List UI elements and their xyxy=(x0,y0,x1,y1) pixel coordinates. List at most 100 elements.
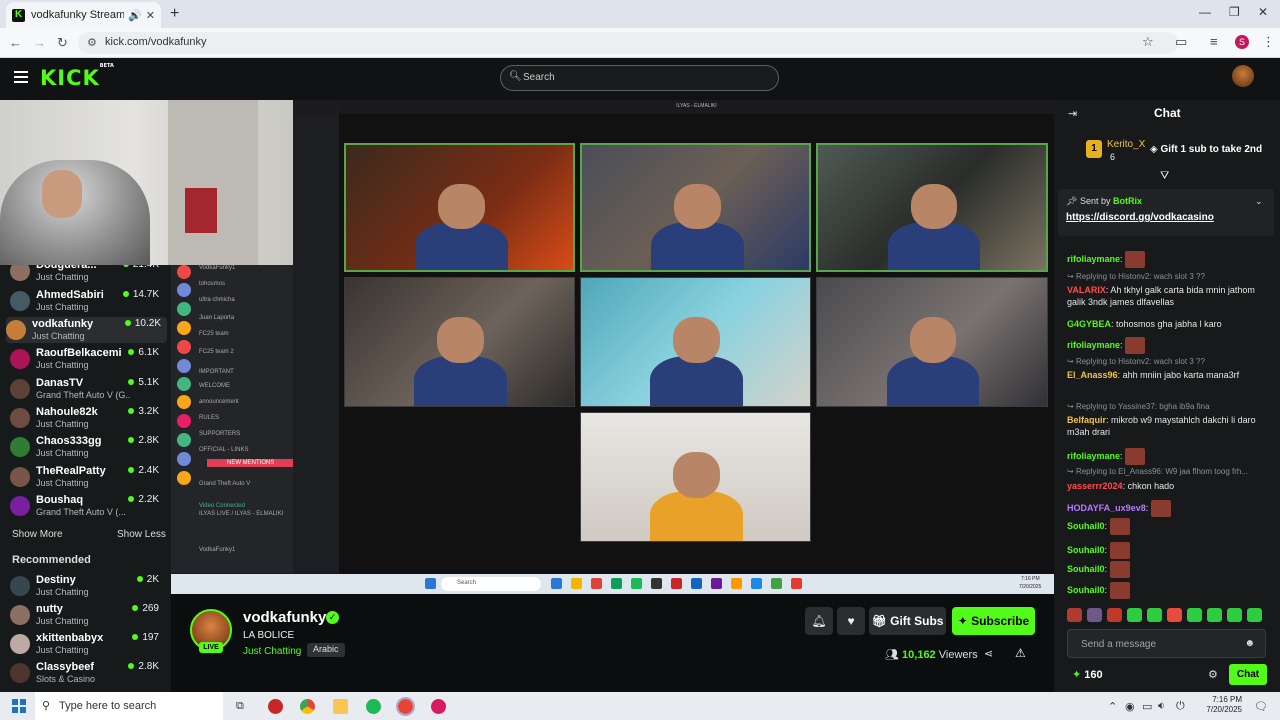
emote-icon[interactable] xyxy=(1207,608,1222,622)
recommended-channel-item[interactable]: nutty Just Chatting 269 xyxy=(10,602,165,628)
show-less-button[interactable]: Show Less xyxy=(117,529,166,540)
restore-icon[interactable]: ❐ xyxy=(1229,5,1240,19)
chat-username[interactable]: Souhail0 xyxy=(1067,564,1105,574)
chat-username[interactable]: VALARIX xyxy=(1067,285,1106,295)
bookmark-star-icon[interactable]: ☆ xyxy=(1142,34,1154,50)
taskbar-search-input[interactable]: ⚲ Type here to search xyxy=(35,692,223,720)
notifications-icon[interactable]: 🗨︎ xyxy=(1254,700,1268,713)
sidebar-channel-item[interactable]: TheRealPatty Just Chatting 2.4K xyxy=(10,464,165,490)
emote-icon[interactable] xyxy=(1227,608,1242,622)
chat-username[interactable]: rifoliaymane xyxy=(1067,254,1120,264)
user-avatar[interactable] xyxy=(1232,65,1254,87)
pinned-link[interactable]: https://discord.gg/vodkacasino xyxy=(1066,212,1214,223)
minimize-icon[interactable]: — xyxy=(1199,5,1211,19)
chat-username[interactable]: HODAYFA_ux9ev8 xyxy=(1067,503,1146,513)
task-view-icon[interactable]: ⧉ xyxy=(236,700,244,713)
media-control-icon[interactable]: ≡ xyxy=(1210,34,1218,49)
emote-icon[interactable] xyxy=(1167,608,1182,622)
send-chat-button[interactable]: Chat xyxy=(1229,664,1267,685)
pinned-options-icon[interactable]: ⌄ xyxy=(1255,196,1263,207)
sidebar-channel-item[interactable]: RaoufBelkacemi Just Chatting 6.1K xyxy=(10,346,165,372)
bot-name[interactable]: BotRix xyxy=(1113,196,1142,206)
channel-avatar xyxy=(10,576,30,596)
emote-icon[interactable] xyxy=(1087,608,1102,622)
discord-server-icon xyxy=(177,359,191,373)
chat-username[interactable]: Souhail0 xyxy=(1067,545,1105,555)
sidebar-channel-item[interactable]: vodkafunky Just Chatting 10.2K xyxy=(6,317,167,343)
cast-icon[interactable]: ▭ xyxy=(1175,34,1187,50)
more-menu-icon[interactable]: ⋮ xyxy=(1262,34,1275,50)
reload-icon[interactable]: ↻ xyxy=(57,35,68,51)
volume-icon[interactable]: 🔉︎ xyxy=(1158,700,1165,713)
gift-prompt-button[interactable]: ◈ Gift 1 sub to take 2nd xyxy=(1150,144,1262,155)
file-explorer-icon[interactable] xyxy=(333,699,348,714)
sidebar-channel-category: Just Chatting xyxy=(36,645,89,655)
filter-icon[interactable]: ⛛ xyxy=(1160,170,1169,183)
chat-username[interactable]: G4GYBEA xyxy=(1067,319,1111,329)
sidebar-channel-item[interactable]: Boushaq Grand Theft Auto V (... 2.2K xyxy=(10,493,165,519)
chat-username[interactable]: yasserrr2024 xyxy=(1067,481,1123,491)
power-icon[interactable]: ⏻ xyxy=(1176,700,1185,713)
show-more-button[interactable]: Show More xyxy=(12,529,63,540)
share-icon[interactable]: ⋖ xyxy=(984,647,993,660)
notification-bell-button[interactable]: 🔔︎ xyxy=(805,607,833,635)
menu-icon[interactable] xyxy=(14,71,28,83)
top-gifter-name[interactable]: Kerito_X xyxy=(1107,139,1145,150)
emote-icon[interactable] xyxy=(1107,608,1122,622)
gift-subs-button[interactable]: 🎁︎ Gift Subs xyxy=(869,607,946,635)
channel-name[interactable]: vodkafunky xyxy=(243,609,326,626)
search-input[interactable]: 🔍︎ Search xyxy=(500,65,779,91)
stream-category-link[interactable]: Just Chatting xyxy=(243,646,301,657)
chat-username[interactable]: El_Anass96 xyxy=(1067,370,1118,380)
browser-profile-avatar[interactable]: S xyxy=(1235,35,1249,49)
tray-app-icon[interactable]: ◉ xyxy=(1125,700,1135,713)
chat-username[interactable]: Belfaquir xyxy=(1067,415,1106,425)
channel-points[interactable]: ✦ 160 xyxy=(1072,668,1103,681)
recommended-channel-item[interactable]: Classybeef Slots & Casino 2.8K xyxy=(10,660,165,686)
sidebar-channel-item[interactable]: Chaos333gg Just Chatting 2.8K xyxy=(10,434,165,460)
report-icon[interactable]: ⚠ xyxy=(1015,646,1026,660)
sidebar-channel-item[interactable]: DanasTV Grand Theft Auto V (G... 5.1K xyxy=(10,376,165,402)
app-icon[interactable] xyxy=(431,699,446,714)
close-window-icon[interactable]: ✕ xyxy=(1258,5,1268,19)
emote-icon[interactable] xyxy=(1187,608,1202,622)
emote-icon[interactable] xyxy=(1067,608,1082,622)
emote-icon[interactable] xyxy=(1127,608,1142,622)
app-icon[interactable] xyxy=(268,699,283,714)
browser-tab[interactable]: vodkafunky Stream - Watch 🔊 ✕ xyxy=(6,2,161,28)
url-field[interactable]: ⚙ kick.com/vodkafunky xyxy=(78,32,1178,54)
language-tag[interactable]: Arabic xyxy=(307,643,345,657)
chrome-active-icon[interactable] xyxy=(396,697,415,716)
speaker-icon[interactable]: 🔊 xyxy=(128,9,142,22)
follow-heart-button[interactable]: ♥ xyxy=(837,607,865,635)
network-icon[interactable]: ▭ xyxy=(1142,700,1152,713)
spotify-icon[interactable] xyxy=(366,699,381,714)
site-info-icon[interactable]: ⚙ xyxy=(87,36,97,49)
back-icon[interactable]: ← xyxy=(9,35,22,50)
emote-icon[interactable] xyxy=(1247,608,1262,622)
new-tab-icon[interactable]: + xyxy=(170,5,179,23)
chat-username[interactable]: rifoliaymane xyxy=(1067,340,1120,350)
chat-username[interactable]: Souhail0 xyxy=(1067,521,1105,531)
close-tab-icon[interactable]: ✕ xyxy=(146,9,155,22)
sidebar-viewer-count: 2.2K xyxy=(128,494,159,505)
emoji-picker-icon[interactable]: ☻ xyxy=(1244,638,1255,649)
chat-username[interactable]: Souhail0 xyxy=(1067,585,1105,595)
forward-icon[interactable]: → xyxy=(33,35,46,50)
tray-chevron-icon[interactable]: ⌃ xyxy=(1108,700,1117,713)
emote-icon[interactable] xyxy=(1147,608,1162,622)
chat-username[interactable]: rifoliaymane xyxy=(1067,451,1120,461)
kick-logo[interactable]: KICKBETA xyxy=(40,63,114,90)
collapse-chat-icon[interactable]: ⇥ xyxy=(1068,107,1077,120)
chrome-icon[interactable] xyxy=(300,699,315,714)
chat-settings-icon[interactable]: ⚙ xyxy=(1208,668,1218,681)
sidebar-channel-item[interactable]: Nahoule82k Just Chatting 3.2K xyxy=(10,405,165,431)
windows-start-icon xyxy=(425,578,436,589)
recommended-channel-item[interactable]: Destiny Just Chatting 2K xyxy=(10,573,165,599)
recommended-channel-item[interactable]: xkittenbabyx Just Chatting 197 xyxy=(10,631,165,657)
subscribe-button[interactable]: ✦ Subscribe xyxy=(952,607,1035,635)
chat-input[interactable]: Send a message ☻ xyxy=(1067,629,1266,658)
system-clock[interactable]: 7:16 PM 7/20/2025 xyxy=(1198,695,1242,715)
sidebar-channel-item[interactable]: AhmedSabiri Just Chatting 14.7K xyxy=(10,288,165,314)
windows-start-icon[interactable] xyxy=(12,699,26,713)
